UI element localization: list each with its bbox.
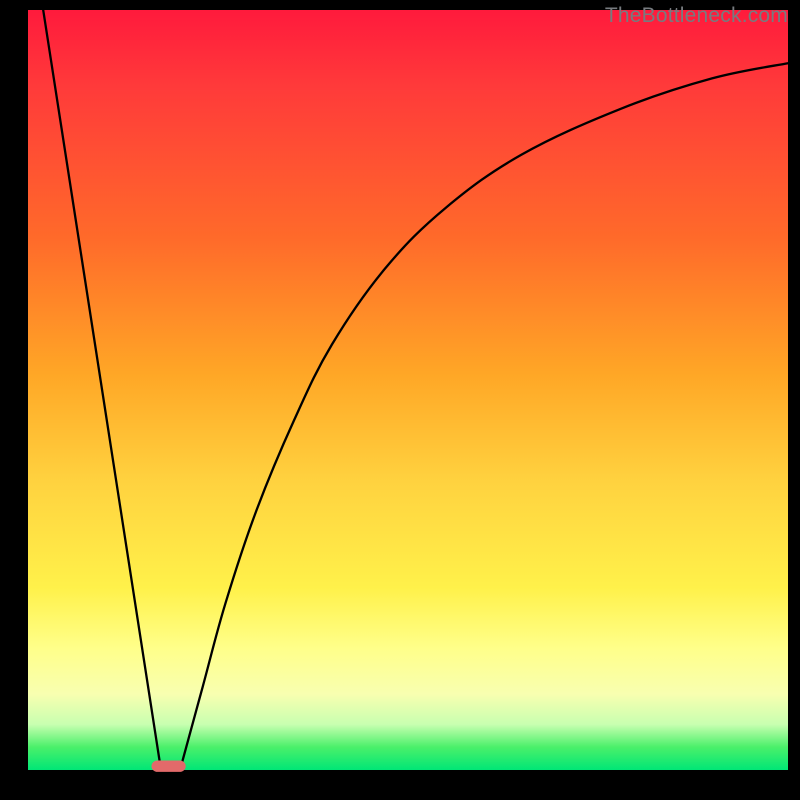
bottleneck-marker <box>152 761 186 772</box>
plot-area <box>28 10 788 770</box>
curve-right <box>180 63 788 770</box>
chart-frame: TheBottleneck.com <box>0 0 800 800</box>
curve-left <box>43 10 161 770</box>
watermark-text: TheBottleneck.com <box>605 4 788 28</box>
curve-group <box>43 10 788 770</box>
chart-svg <box>28 10 788 770</box>
